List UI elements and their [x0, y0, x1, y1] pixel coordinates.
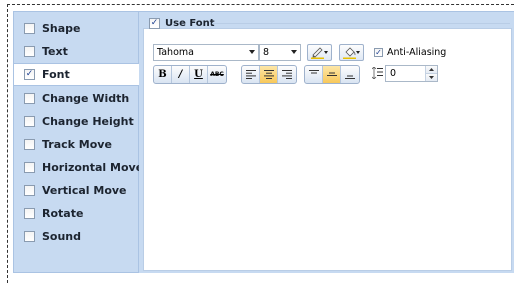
line-spacing-value: 0 — [390, 68, 397, 79]
group-divider — [212, 23, 510, 24]
chevron-down-icon — [429, 76, 434, 79]
sidebar-item-label: Shape — [42, 22, 81, 35]
sidebar-checkbox-shape[interactable] — [24, 23, 35, 34]
stepper-buttons — [425, 66, 437, 81]
pen-color-button[interactable] — [307, 44, 332, 61]
underline-icon: U — [194, 69, 203, 80]
sidebar-item-vertical-move[interactable]: Vertical Move — [14, 179, 140, 202]
underline-button[interactable]: U — [190, 66, 208, 83]
anti-aliasing-option[interactable]: ✓ Anti-Aliasing — [374, 47, 446, 58]
horizontal-alignment-group — [241, 65, 297, 84]
sidebar-checkbox-change-height[interactable] — [24, 116, 35, 127]
text-style-group: B / U ABC — [153, 65, 227, 84]
checkmark-icon: ✓ — [150, 17, 159, 28]
align-middle-button[interactable] — [323, 66, 341, 83]
pen-icon — [311, 47, 324, 59]
align-center-button[interactable] — [260, 66, 278, 83]
sidebar: Shape Text ✓ Font Change Width Change He… — [13, 11, 144, 273]
sidebar-item-rotate[interactable]: Rotate — [14, 202, 140, 225]
chevron-down-icon — [324, 51, 328, 54]
fill-color-button[interactable] — [339, 44, 364, 61]
sidebar-item-label: Change Width — [42, 92, 130, 105]
italic-button[interactable]: / — [172, 66, 190, 83]
chevron-down-icon — [356, 51, 360, 54]
align-bottom-icon — [345, 75, 355, 79]
align-middle-icon — [326, 72, 337, 76]
sidebar-item-label: Text — [42, 45, 68, 58]
vertical-alignment-group — [304, 65, 360, 84]
sidebar-item-label: Rotate — [42, 207, 84, 220]
checkmark-icon: ✓ — [375, 47, 382, 57]
align-top-button[interactable] — [305, 66, 323, 83]
sidebar-item-horizontal-move[interactable]: Horizontal Move — [14, 156, 144, 179]
chevron-down-icon — [249, 50, 255, 54]
align-left-icon — [245, 70, 256, 79]
font-size-value: 8 — [263, 47, 270, 58]
stepper-down-button[interactable] — [426, 74, 437, 81]
line-spacing-stepper[interactable]: 0 — [385, 65, 438, 82]
line-spacing-icon — [372, 67, 383, 79]
sidebar-checkbox-text[interactable] — [24, 46, 35, 57]
sidebar-item-label: Font — [42, 68, 70, 81]
chevron-up-icon — [429, 68, 434, 71]
font-name-value: Tahoma — [157, 47, 194, 58]
sidebar-checkbox-track-move[interactable] — [24, 139, 35, 150]
sidebar-checkbox-horizontal-move[interactable] — [24, 162, 35, 173]
frame-border-left — [7, 4, 8, 283]
frame-border-top — [7, 4, 514, 5]
sidebar-item-change-height[interactable]: Change Height — [14, 110, 140, 133]
italic-icon: / — [178, 69, 183, 80]
bold-icon: B — [158, 69, 167, 80]
sidebar-item-font[interactable]: ✓ Font — [14, 63, 141, 86]
sidebar-item-label: Track Move — [42, 138, 112, 151]
anti-aliasing-checkbox[interactable]: ✓ — [374, 48, 383, 57]
align-top-icon — [308, 70, 319, 74]
align-right-icon — [282, 70, 292, 79]
sidebar-item-shape[interactable]: Shape — [14, 17, 140, 40]
align-bottom-button[interactable] — [341, 66, 359, 83]
align-right-button[interactable] — [278, 66, 296, 83]
sidebar-checkbox-rotate[interactable] — [24, 208, 35, 219]
sidebar-checkbox-font[interactable]: ✓ — [24, 69, 35, 80]
align-left-button[interactable] — [242, 66, 260, 83]
chevron-down-icon — [291, 50, 297, 54]
anti-aliasing-label: Anti-Aliasing — [387, 47, 447, 58]
use-font-checkbox[interactable]: ✓ — [149, 17, 160, 29]
use-font-header: ✓ Use Font — [149, 16, 215, 30]
sidebar-item-label: Change Height — [42, 115, 134, 128]
font-size-dropdown[interactable]: 8 — [259, 44, 301, 61]
sidebar-item-text[interactable]: Text — [14, 40, 140, 63]
align-center-icon — [263, 70, 274, 79]
font-name-dropdown[interactable]: Tahoma — [153, 44, 259, 61]
paint-bucket-icon — [343, 47, 356, 59]
bold-button[interactable]: B — [154, 66, 172, 83]
sidebar-item-label: Sound — [42, 230, 82, 243]
sidebar-item-label: Vertical Move — [42, 184, 127, 197]
strikeout-icon: ABC — [210, 71, 224, 78]
sidebar-checkbox-sound[interactable] — [24, 231, 35, 242]
sidebar-item-sound[interactable]: Sound — [14, 225, 140, 248]
sidebar-checkbox-vertical-move[interactable] — [24, 185, 35, 196]
stepper-up-button[interactable] — [426, 66, 437, 74]
sidebar-item-track-move[interactable]: Track Move — [14, 133, 140, 156]
sidebar-item-change-width[interactable]: Change Width — [14, 87, 140, 110]
use-font-label: Use Font — [165, 17, 215, 29]
sidebar-checkbox-change-width[interactable] — [24, 93, 35, 104]
sidebar-item-label: Horizontal Move — [42, 161, 144, 174]
checkmark-icon: ✓ — [25, 69, 34, 79]
strikeout-button[interactable]: ABC — [208, 66, 226, 83]
